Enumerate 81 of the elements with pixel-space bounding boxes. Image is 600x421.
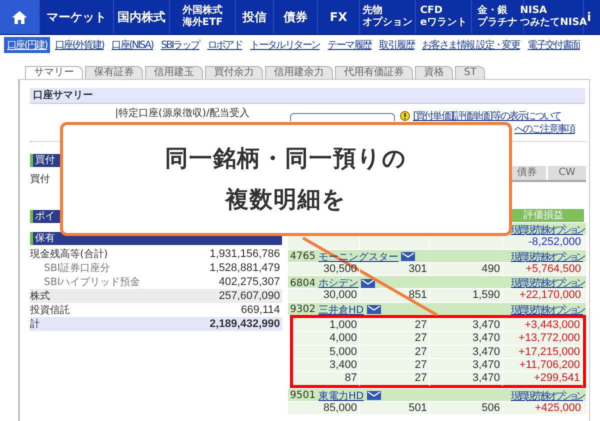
balance-value: 1,931,156,786 — [210, 248, 280, 260]
tab[interactable]: ST — [455, 66, 486, 79]
tab[interactable]: 資格 — [415, 66, 453, 79]
action-link[interactable]: 株オプション — [541, 223, 583, 237]
tab[interactable]: 保有証券 — [85, 66, 143, 79]
account-link[interactable]: 取引履歴 — [376, 37, 418, 53]
mail-icon[interactable] — [401, 252, 416, 262]
tab[interactable]: 信用建玉 — [145, 66, 203, 79]
balance-label: SBI証券口座分 — [43, 262, 110, 275]
balance-value: 669,114 — [241, 304, 280, 316]
table-cell: 501 — [360, 402, 430, 416]
nav-tab[interactable]: 債券 — [274, 0, 318, 34]
account-link[interactable]: 口座(外貨建) — [52, 37, 107, 53]
notice-link[interactable]: [買付単価][評価単価]等の表示について — [413, 110, 561, 123]
stock-name-link[interactable]: 東電力HD — [318, 388, 364, 403]
account-link[interactable]: トータルリターン — [247, 37, 323, 53]
balance-label: 計 — [30, 318, 40, 331]
action-link[interactable]: 株オプション — [541, 250, 583, 264]
account-link[interactable]: 口座(NISA) — [108, 37, 156, 53]
mail-icon[interactable] — [366, 391, 381, 400]
info-icon — [400, 111, 410, 121]
table-cell: 27 — [360, 372, 430, 386]
action-link[interactable]: 現売 — [526, 223, 540, 237]
stock-name-link[interactable]: 三井倉HD — [318, 302, 364, 317]
action-link[interactable]: 現買 — [511, 276, 525, 290]
table-cell: +299,541 — [503, 372, 583, 386]
nav-tab[interactable]: 外国株式 海外ETF — [170, 0, 236, 34]
mail-icon[interactable] — [361, 278, 376, 288]
table-cell: 85,000 — [288, 402, 360, 416]
tab[interactable]: 代用有価証券 — [335, 66, 413, 79]
action-link[interactable]: 株オプション — [541, 388, 583, 403]
nav-tab[interactable]: CFD eワラント — [416, 0, 472, 34]
account-link[interactable]: SBIラップ — [158, 37, 202, 53]
asset-tab[interactable]: CW — [548, 166, 586, 180]
action-link[interactable]: 現買 — [511, 250, 525, 264]
action-link[interactable]: 現買 — [511, 302, 525, 317]
home-tab[interactable] — [0, 0, 40, 34]
mail-icon[interactable] — [366, 305, 381, 314]
action-link[interactable]: 現売 — [526, 250, 540, 264]
nav-tab[interactable]: マーケット — [40, 0, 114, 34]
stock-code: 9501 — [290, 390, 316, 402]
balance-value: 2,189,432,990 — [210, 318, 280, 330]
notice-link[interactable]: へのご注意事項 — [514, 123, 575, 136]
stock-code: 9302 — [290, 304, 316, 316]
action-link[interactable]: 株オプション — [541, 302, 583, 317]
balance-label: 株式 — [30, 290, 50, 303]
table-cell: +425,000 — [503, 402, 584, 416]
stock-code: 4765 — [290, 251, 316, 262]
account-link[interactable]: ロボアド — [204, 37, 246, 53]
tab[interactable]: サマリー — [25, 66, 83, 79]
my-assets-button[interactable] — [290, 113, 395, 121]
action-link[interactable]: 現売 — [526, 302, 540, 317]
action-link[interactable]: 現売 — [526, 388, 540, 403]
home-icon — [12, 10, 27, 24]
stock-code: 6804 — [290, 278, 316, 289]
balance-label: SBIハイブリッド預金 — [43, 276, 140, 289]
nav-tab[interactable]: 先物 オプション — [360, 0, 416, 34]
balance-value: 257,607,090 — [218, 290, 280, 302]
stock-name-link[interactable]: ホシデン — [318, 276, 358, 290]
balance-label: 投資信託 — [30, 304, 70, 317]
balance-value: 1,528,881,479 — [210, 262, 280, 274]
action-link[interactable]: 現売 — [526, 276, 540, 290]
nav-tab[interactable]: 国内株式 — [114, 0, 170, 34]
buying-power-label: 買付 — [30, 173, 50, 186]
tab[interactable]: 買付余力 — [205, 66, 263, 79]
account-link[interactable]: テーマ履歴 — [324, 37, 374, 53]
account-link[interactable]: お客さま情報 設定・変更 — [419, 37, 523, 53]
account-type: |特定口座(源泉徴収)/配当受入 — [114, 106, 251, 121]
balance-value: 402,275,307 — [218, 276, 280, 288]
account-link[interactable]: 電子交付書面 — [524, 37, 583, 53]
table-cell: 506 — [430, 402, 503, 416]
action-link[interactable]: 現買 — [511, 388, 525, 403]
action-link[interactable]: 株オプション — [541, 276, 583, 290]
nav-tab[interactable]: 投信 — [236, 0, 274, 34]
balance-label: 現金残高等(合計) — [30, 248, 108, 261]
table-cell: 87 — [293, 372, 360, 386]
table-cell: 3,470 — [430, 372, 503, 386]
nav-tab[interactable]: FX — [318, 0, 360, 34]
tab[interactable]: 信用建余力 — [265, 66, 333, 79]
account-link[interactable]: 口座(円建) — [4, 37, 50, 53]
section-title: 口座サマリー — [30, 88, 585, 104]
